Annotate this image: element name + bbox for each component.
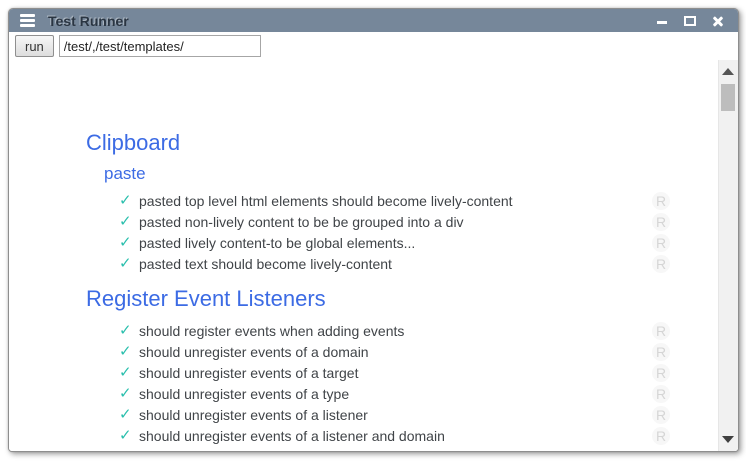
test-label: should unregister events of a type [134,386,652,402]
rerun-test-button[interactable]: R [652,192,670,210]
check-pass-icon: ✓ [119,256,134,271]
test-label: pasted text should become lively-content [134,256,652,272]
rerun-test-button[interactable]: R [652,364,670,382]
section-title: Register Event Listeners [86,286,719,312]
check-pass-icon: ✓ [119,193,134,208]
minimize-icon[interactable] [655,14,669,28]
window-controls [655,14,725,28]
close-icon[interactable] [711,14,725,28]
test-row: ✓ pasted lively content-to be global ele… [119,232,670,253]
test-row: ✓ should unregister events of a type R [119,383,670,404]
title-bar: Test Runner [9,9,738,32]
test-row: ✓ pasted non-lively content to be be gro… [119,211,670,232]
rerun-test-button[interactable]: R [652,322,670,340]
test-section: Register Event Listeners ✓ should regist… [9,286,719,446]
rerun-test-button[interactable]: R [652,427,670,445]
check-pass-icon: ✓ [119,407,134,422]
rerun-test-button[interactable]: R [652,234,670,252]
test-label: should unregister events of a listener a… [134,428,652,444]
maximize-icon[interactable] [683,14,697,28]
content-area: Clipboard paste ✓ pasted top level html … [9,60,738,451]
test-runner-window: Test Runner run Clipboard paste ✓ pasted… [8,8,739,452]
rerun-test-button[interactable]: R [652,213,670,231]
check-pass-icon: ✓ [119,323,134,338]
scroll-down-icon[interactable] [722,436,734,443]
check-pass-icon: ✓ [119,386,134,401]
test-row: ✓ should unregister events of a domain R [119,341,670,362]
test-list: ✓ should register events when adding eve… [9,320,719,446]
test-row: ✓ should unregister events of a target R [119,362,670,383]
test-label: should register events when adding event… [134,323,652,339]
rerun-test-button[interactable]: R [652,255,670,273]
rerun-test-button[interactable]: R [652,343,670,361]
test-label: pasted non-lively content to be be group… [134,214,652,230]
check-pass-icon: ✓ [119,428,134,443]
test-report: Clipboard paste ✓ pasted top level html … [9,60,719,451]
check-pass-icon: ✓ [119,344,134,359]
test-label: pasted top level html elements should be… [134,193,652,209]
section-title: Clipboard [86,130,719,156]
test-row: ✓ should register events when adding eve… [119,320,670,341]
test-row: ✓ pasted top level html elements should … [119,190,670,211]
test-row: ✓ should unregister events of a listener… [119,404,670,425]
scrollbar-track[interactable] [718,60,738,451]
window-title: Test Runner [48,13,129,29]
test-list: ✓ pasted top level html elements should … [9,190,719,274]
test-section: Clipboard paste ✓ pasted top level html … [9,130,719,274]
test-label: pasted lively content-to be global eleme… [134,235,652,251]
scrollbar-thumb[interactable] [721,84,735,111]
check-pass-icon: ✓ [119,214,134,229]
scroll-up-icon[interactable] [722,68,734,75]
hamburger-menu-icon[interactable] [20,14,35,27]
check-pass-icon: ✓ [119,365,134,380]
test-label: should unregister events of a target [134,365,652,381]
test-row: ✓ pasted text should become lively-conte… [119,253,670,274]
test-path-input[interactable] [59,35,261,57]
run-button[interactable]: run [15,35,54,57]
test-label: should unregister events of a listener [134,407,652,423]
rerun-test-button[interactable]: R [652,406,670,424]
test-label: should unregister events of a domain [134,344,652,360]
rerun-test-button[interactable]: R [652,385,670,403]
check-pass-icon: ✓ [119,235,134,250]
toolbar: run [9,32,738,60]
section-subtitle: paste [104,164,719,184]
test-row: ✓ should unregister events of a listener… [119,425,670,446]
